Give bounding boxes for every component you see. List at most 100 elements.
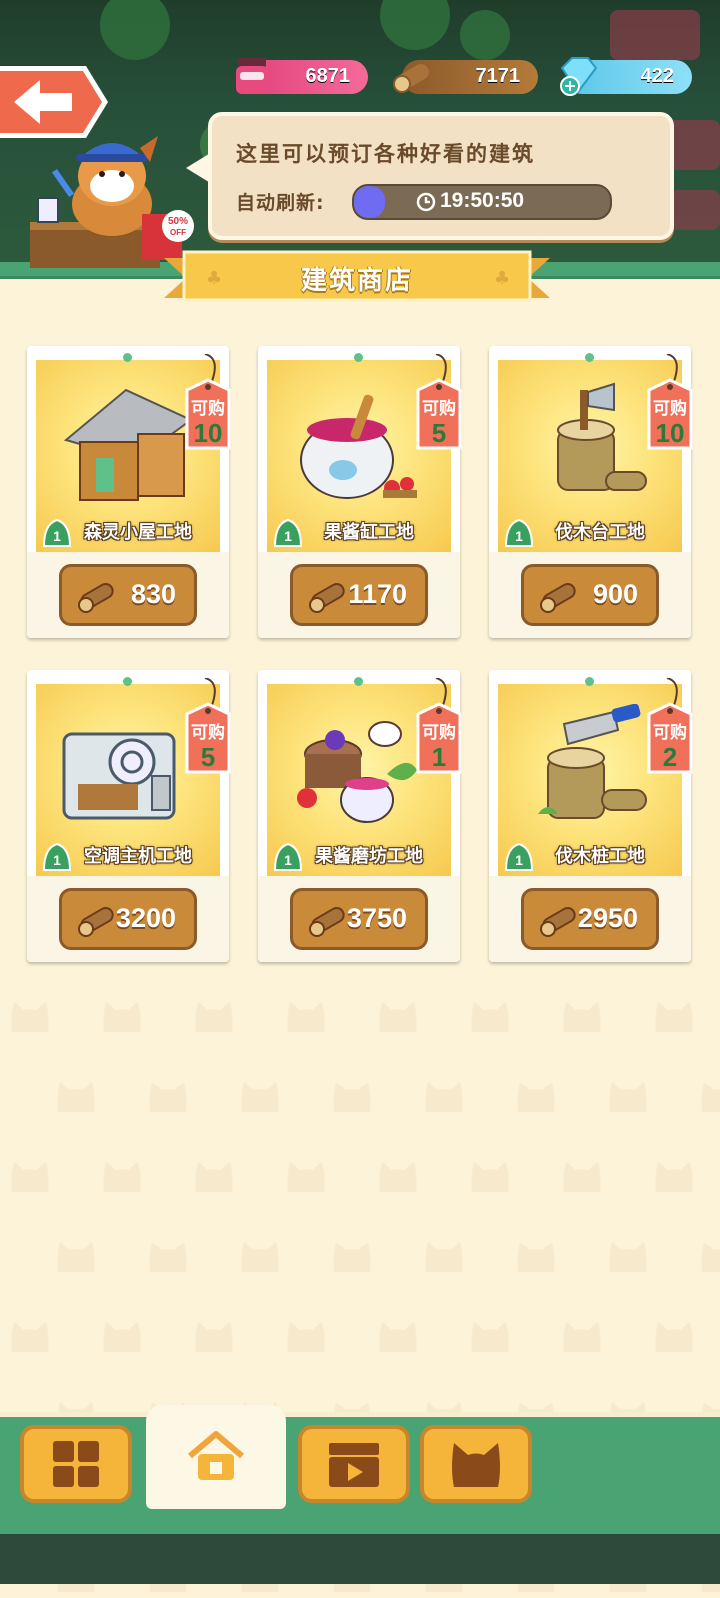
background-pattern: [516, 1240, 556, 1274]
item-name: 伐木桩工地: [555, 846, 645, 867]
card-pin: [585, 353, 594, 362]
background-pattern: [562, 1320, 602, 1354]
jam-pot-icon: [300, 394, 417, 499]
background-pattern: [10, 1160, 50, 1194]
background-pattern: [608, 1080, 648, 1114]
stock-count: 5: [431, 418, 447, 448]
background-pattern: [194, 1000, 234, 1034]
background-pattern: [654, 1160, 694, 1194]
shop-title: 建筑商店: [300, 266, 413, 296]
wood-log-icon: [309, 583, 345, 613]
background-pattern: [286, 1320, 326, 1354]
jam-value: 6871: [305, 65, 351, 87]
nav-menu-button[interactable]: [20, 1425, 132, 1503]
buy-button[interactable]: 3750: [290, 888, 428, 950]
background-pattern: [700, 1240, 720, 1274]
shop-item-card[interactable]: 1 伐木台工地 可购 10 900: [489, 346, 693, 638]
wood-value: 7171: [475, 65, 521, 87]
background-pattern: [56, 1240, 96, 1274]
shop-item-card[interactable]: 1 森灵小屋工地 可购 10 830: [27, 346, 231, 638]
background-pattern: [424, 1080, 464, 1114]
refresh-timer-text: 19:50:50: [440, 189, 525, 212]
card-pin: [123, 677, 132, 686]
price-value: 2950: [577, 903, 638, 933]
wood-log-icon: [78, 583, 114, 613]
price-area: 1170: [258, 552, 460, 638]
stock-count: 5: [200, 742, 216, 772]
shop-item-card[interactable]: 1 伐木桩工地 可购 2 2950: [489, 670, 693, 962]
wood-log-icon: [78, 907, 114, 937]
shopkeeper-mascot: 50% OFF: [30, 118, 200, 268]
item-name: 空调主机工地: [84, 846, 192, 867]
stock-label: 可购: [191, 399, 225, 419]
grid-icon: [53, 1441, 99, 1487]
buy-button[interactable]: 1170: [290, 564, 428, 626]
stock-count: 1: [431, 742, 447, 772]
wood-log-icon: [393, 64, 429, 93]
price-value: 900: [592, 579, 638, 609]
background-pattern: [240, 1080, 280, 1114]
background-pattern: [470, 1320, 510, 1354]
gem-counter[interactable]: 422: [560, 57, 692, 96]
stock-label: 可购: [653, 399, 687, 419]
nav-video-button[interactable]: [298, 1425, 410, 1503]
jam-mill-icon: [297, 721, 417, 823]
card-pin: [123, 353, 132, 362]
background-pattern: [102, 1000, 142, 1034]
background-pattern: [332, 1080, 372, 1114]
background-pattern: [378, 1000, 418, 1034]
shop-title-ribbon: ♣ ♣ 建筑商店: [164, 250, 550, 306]
stock-tag: 可购 2: [643, 678, 697, 774]
background-pattern: [194, 1320, 234, 1354]
card-pin: [354, 677, 363, 686]
svg-text:OFF: OFF: [170, 228, 186, 237]
background-pattern: [470, 1000, 510, 1034]
cat-icon: [452, 1443, 500, 1487]
background-pattern: [700, 1080, 720, 1114]
clock-icon: [416, 192, 436, 212]
price-value: 830: [130, 579, 176, 609]
stock-tag: 可购 5: [181, 678, 235, 774]
shop-item-card[interactable]: 1 空调主机工地 可购 5 3200: [27, 670, 231, 962]
bottom-nav: [0, 1405, 720, 1539]
auto-refresh-label: 自动刷新:: [236, 192, 325, 214]
refresh-timer-fill: [354, 186, 385, 218]
background-pattern: [102, 1320, 142, 1354]
card-pin: [354, 353, 363, 362]
nav-home-button[interactable]: [146, 1405, 286, 1509]
saw-stump-icon: [538, 704, 647, 819]
price-value: 3750: [346, 903, 407, 933]
chopping-block-icon: [557, 382, 647, 491]
stock-count: 10: [655, 418, 685, 448]
buy-button[interactable]: 900: [521, 564, 659, 626]
jam-jar-icon: [236, 58, 268, 94]
bubble-message: 这里可以预订各种好看的建筑: [236, 142, 535, 166]
background-pattern: [562, 1160, 602, 1194]
background-pattern: [10, 1000, 50, 1034]
item-name: 果酱缸工地: [324, 522, 414, 543]
item-name: 森灵小屋工地: [84, 522, 192, 543]
nav-cat-button[interactable]: [420, 1425, 532, 1503]
background-pattern: [148, 1240, 188, 1274]
shop-item-card[interactable]: 1 果酱缸工地 可购 5 1170: [258, 346, 462, 638]
buy-button[interactable]: 830: [59, 564, 197, 626]
background-pattern: [378, 1320, 418, 1354]
refresh-timer-bar: 19:50:50: [352, 184, 612, 220]
item-name: 伐木台工地: [555, 522, 645, 543]
stock-label: 可购: [191, 723, 225, 743]
background-pattern: [470, 1160, 510, 1194]
background-pattern: [424, 1240, 464, 1274]
background-pattern: [378, 1160, 418, 1194]
stock-label: 可购: [422, 399, 456, 419]
price-area: 3200: [27, 876, 229, 962]
gem-value: 422: [640, 65, 674, 87]
background-pattern: [194, 1160, 234, 1194]
item-name: 果酱磨坊工地: [315, 846, 423, 867]
buy-button[interactable]: 2950: [521, 888, 659, 950]
stock-tag: 可购 1: [412, 678, 466, 774]
wood-log-icon: [540, 583, 576, 613]
shop-item-card[interactable]: 1 果酱磨坊工地 可购 1 3750: [258, 670, 462, 962]
background-pattern: [654, 1320, 694, 1354]
buy-button[interactable]: 3200: [59, 888, 197, 950]
card-pin: [585, 677, 594, 686]
